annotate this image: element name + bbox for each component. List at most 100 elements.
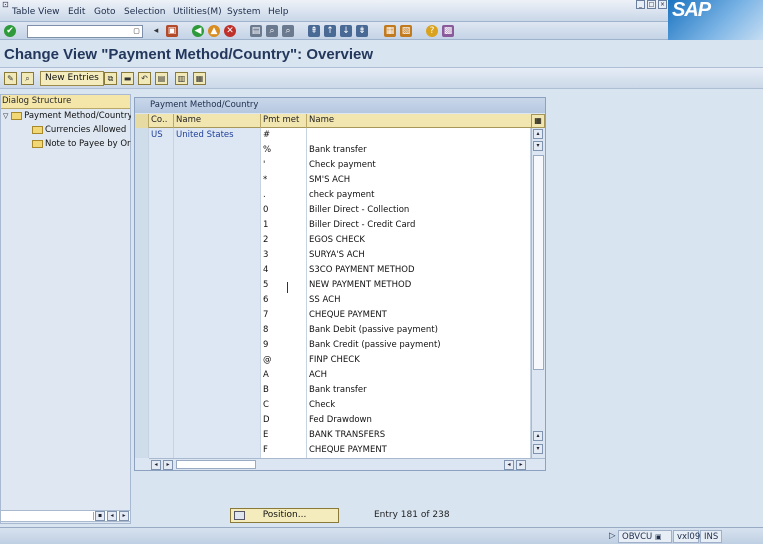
tree-expand-icon[interactable]: ▽ bbox=[3, 112, 8, 120]
cell-payment-method[interactable]: ' bbox=[261, 158, 307, 173]
delete-icon[interactable]: ▬ bbox=[121, 72, 134, 85]
cell-country-name[interactable] bbox=[174, 188, 261, 203]
cell-payment-method-name[interactable]: SURYA'S ACH bbox=[307, 248, 531, 263]
cell-payment-method-name[interactable]: ACH bbox=[307, 368, 531, 383]
status-mode[interactable]: INS bbox=[700, 530, 722, 543]
cell-country[interactable] bbox=[149, 158, 174, 173]
cell-country-name[interactable] bbox=[174, 413, 261, 428]
cell-payment-method-name[interactable]: BANK TRANSFERS bbox=[307, 428, 531, 443]
cell-payment-method[interactable]: 8 bbox=[261, 323, 307, 338]
cell-country[interactable]: US bbox=[149, 128, 174, 143]
select-all-icon[interactable]: ▤ bbox=[155, 72, 168, 85]
scroll-page-up-icon[interactable]: ▴ bbox=[533, 431, 543, 441]
cell-payment-method-name[interactable]: Bank transfer bbox=[307, 383, 531, 398]
cell-payment-method[interactable]: 2 bbox=[261, 233, 307, 248]
cell-payment-method[interactable]: . bbox=[261, 188, 307, 203]
menu-system[interactable]: System bbox=[227, 7, 261, 17]
horizontal-scroll-thumb[interactable] bbox=[176, 460, 256, 469]
cell-country[interactable] bbox=[149, 293, 174, 308]
position-button[interactable]: Position... bbox=[230, 508, 339, 523]
tree-node-currencies-allowed[interactable]: fCurrencies Allowed bbox=[32, 125, 131, 135]
cell-payment-method-name[interactable]: Check payment bbox=[307, 158, 531, 173]
row-selector[interactable] bbox=[135, 293, 149, 308]
table-horizontal-scrollbar[interactable]: ◂ ▸ ◂ ▸ bbox=[149, 458, 545, 470]
menu-selection[interactable]: Selection bbox=[124, 7, 165, 17]
cell-payment-method[interactable]: D bbox=[261, 413, 307, 428]
undo-change-icon[interactable]: ↶ bbox=[138, 72, 151, 85]
back-icon[interactable]: ◀ bbox=[192, 25, 204, 37]
cell-payment-method-name[interactable]: Bank Credit (passive payment) bbox=[307, 338, 531, 353]
cell-country-name[interactable] bbox=[174, 353, 261, 368]
cell-payment-method-name[interactable]: Fed Drawdown bbox=[307, 413, 531, 428]
row-selector[interactable] bbox=[135, 143, 149, 158]
menu-goto[interactable]: Goto bbox=[94, 7, 116, 17]
cell-payment-method[interactable]: 4 bbox=[261, 263, 307, 278]
scroll-left-end-icon[interactable]: ◂ bbox=[504, 460, 514, 470]
cell-payment-method-name[interactable]: Biller Direct - Credit Card bbox=[307, 218, 531, 233]
scroll-up-icon[interactable]: ▾ bbox=[533, 141, 543, 151]
cell-country[interactable] bbox=[149, 443, 174, 458]
cell-country[interactable] bbox=[149, 323, 174, 338]
cell-payment-method[interactable]: A bbox=[261, 368, 307, 383]
cell-country-name[interactable] bbox=[174, 203, 261, 218]
status-transaction[interactable]: OBVCU ▣ bbox=[618, 530, 672, 543]
row-selector[interactable] bbox=[135, 443, 149, 458]
col-header-country-name[interactable]: Name bbox=[174, 114, 261, 128]
cell-country[interactable] bbox=[149, 263, 174, 278]
table-settings-icon[interactable]: ▦ bbox=[531, 114, 545, 128]
cell-country-name[interactable] bbox=[174, 218, 261, 233]
cell-country[interactable] bbox=[149, 188, 174, 203]
row-selector[interactable] bbox=[135, 308, 149, 323]
cell-payment-method-name[interactable]: Bank Debit (passive payment) bbox=[307, 323, 531, 338]
row-selector[interactable] bbox=[135, 428, 149, 443]
cell-country[interactable] bbox=[149, 278, 174, 293]
table-row[interactable]: ' Check payment bbox=[135, 158, 531, 173]
cell-country[interactable] bbox=[149, 143, 174, 158]
cell-payment-method[interactable]: * bbox=[261, 173, 307, 188]
table-row[interactable]: F CHEQUE PAYMENT bbox=[135, 443, 531, 458]
find-next-icon[interactable]: ⌕ bbox=[282, 25, 294, 37]
select-all-rows-icon[interactable] bbox=[135, 114, 149, 128]
cell-country-name[interactable] bbox=[174, 293, 261, 308]
previous-page-icon[interactable]: ↑ bbox=[324, 25, 336, 37]
cell-payment-method[interactable]: 0 bbox=[261, 203, 307, 218]
table-row[interactable]: 9 Bank Credit (passive payment) bbox=[135, 338, 531, 353]
cell-country-name[interactable] bbox=[174, 263, 261, 278]
dialog-horizontal-scrollbar[interactable]: ▪ ◂ ▸ bbox=[0, 510, 131, 522]
menu-utilities[interactable]: Utilities(M) bbox=[173, 7, 222, 17]
find-icon[interactable]: ⌕ bbox=[266, 25, 278, 37]
table-vertical-scrollbar[interactable]: ▴ ▾ ▴ ▾ bbox=[531, 128, 545, 458]
cell-payment-method[interactable]: B bbox=[261, 383, 307, 398]
row-selector[interactable] bbox=[135, 368, 149, 383]
help-icon[interactable]: ? bbox=[426, 25, 438, 37]
row-selector[interactable] bbox=[135, 353, 149, 368]
scroll-stop-icon[interactable]: ▪ bbox=[95, 511, 105, 521]
cell-payment-method[interactable]: 9 bbox=[261, 338, 307, 353]
enter-check-icon[interactable]: ✔ bbox=[4, 25, 16, 37]
cell-payment-method[interactable]: 7 bbox=[261, 308, 307, 323]
select-block-icon[interactable]: ▥ bbox=[175, 72, 188, 85]
cell-country[interactable] bbox=[149, 428, 174, 443]
row-selector[interactable] bbox=[135, 128, 149, 143]
table-row[interactable]: 0 Biller Direct - Collection bbox=[135, 203, 531, 218]
save-icon[interactable]: ▣ bbox=[166, 25, 178, 37]
table-row[interactable]: C Check bbox=[135, 398, 531, 413]
deselect-all-icon[interactable]: ▦ bbox=[193, 72, 206, 85]
cell-payment-method[interactable]: % bbox=[261, 143, 307, 158]
cell-payment-method[interactable]: 6 bbox=[261, 293, 307, 308]
col-header-payment-method[interactable]: Pmt met bbox=[261, 114, 307, 128]
new-session-icon[interactable]: ▦ bbox=[384, 25, 396, 37]
scroll-right-end-icon[interactable]: ▸ bbox=[516, 460, 526, 470]
display-icon[interactable]: ⌕ bbox=[21, 72, 34, 85]
cell-payment-method[interactable]: F bbox=[261, 443, 307, 458]
table-row[interactable]: 1 Biller Direct - Credit Card bbox=[135, 218, 531, 233]
cell-payment-method[interactable]: @ bbox=[261, 353, 307, 368]
table-row[interactable]: US United States # bbox=[135, 128, 531, 143]
scroll-top-icon[interactable]: ▴ bbox=[533, 129, 543, 139]
cell-country[interactable] bbox=[149, 203, 174, 218]
cell-country-name[interactable] bbox=[174, 173, 261, 188]
cell-payment-method-name[interactable]: CHEQUE PAYMENT bbox=[307, 443, 531, 458]
table-row[interactable]: 6 SS ACH bbox=[135, 293, 531, 308]
tree-node-payment-method-country[interactable]: ▽ fPayment Method/Country bbox=[3, 111, 131, 121]
cell-country-name[interactable] bbox=[174, 143, 261, 158]
